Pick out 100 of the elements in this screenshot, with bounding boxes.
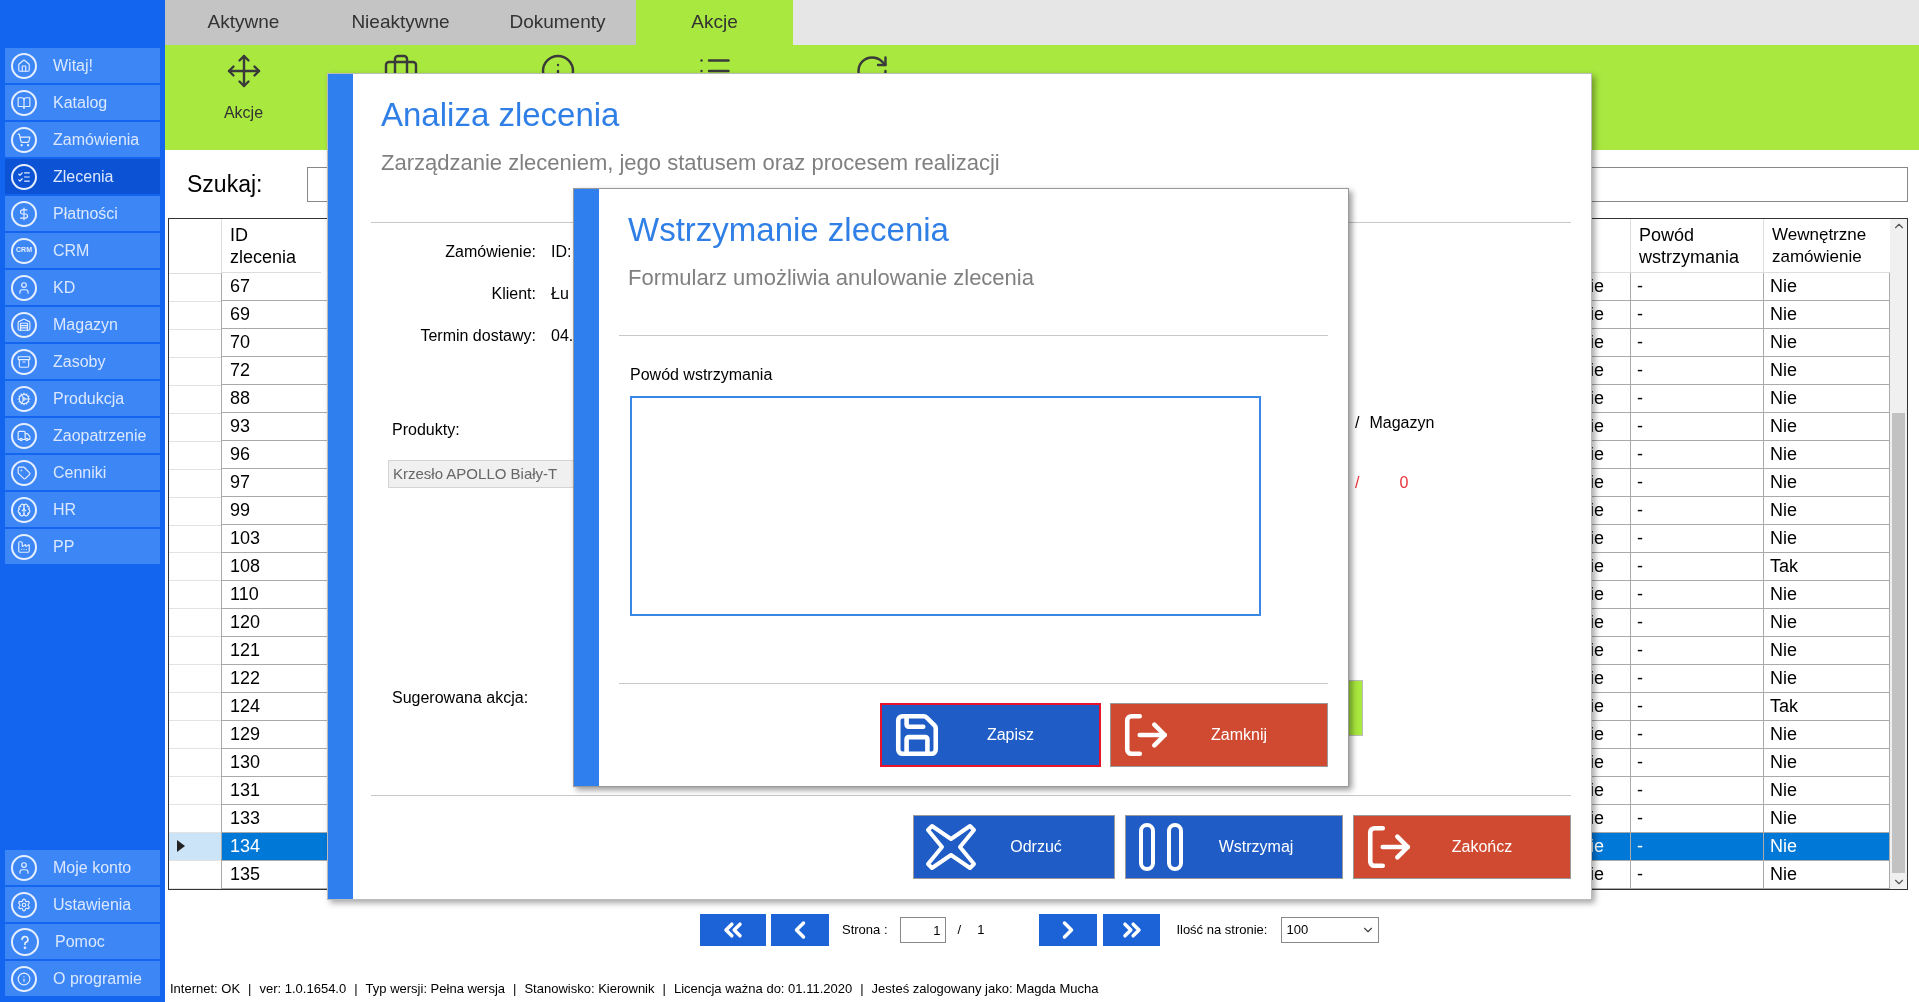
scrollbar-thumb[interactable] (1892, 413, 1905, 873)
sidebar-item[interactable]: Ustawienia (5, 887, 160, 922)
page-separator: / (957, 921, 962, 940)
info-icon (11, 965, 37, 992)
dollar-icon (11, 200, 37, 227)
table-cell: 134 (221, 833, 328, 861)
current-row-icon (177, 840, 185, 853)
table-cell: - (1630, 833, 1763, 861)
book-icon (11, 89, 37, 116)
field-label: Powód wstrzymania (630, 365, 774, 385)
sidebar-item[interactable]: Produkcja (5, 381, 160, 416)
tab[interactable]: Aktywne (165, 0, 322, 45)
stock-value: 0 (1399, 473, 1409, 493)
action-button[interactable]: Zapisz (880, 703, 1101, 767)
sidebar-item[interactable]: Pomoc (5, 924, 160, 959)
scrollbar[interactable] (1890, 219, 1907, 889)
tag-icon (11, 459, 37, 486)
tab[interactable]: Dokumenty (479, 0, 636, 45)
sidebar-item[interactable]: Zaopatrzenie (5, 418, 160, 453)
products-label: Produkty: (392, 420, 461, 440)
tab[interactable]: Akcje (636, 0, 793, 45)
status-separator: | (513, 980, 517, 999)
sidebar-item[interactable]: Zamówienia (5, 122, 160, 157)
first-page-button[interactable] (700, 914, 766, 946)
dialog-title: Analiza zlecenia (381, 95, 621, 135)
table-cell: - (1630, 581, 1763, 609)
last-page-button[interactable] (1103, 914, 1161, 946)
person-icon (11, 854, 37, 881)
per-page-label: Ilość na stronie: (1176, 921, 1268, 940)
page-field[interactable]: 1 (899, 917, 946, 943)
table-cell: - (1630, 469, 1763, 497)
field-label: Klient: (490, 284, 536, 304)
box-icon (11, 348, 37, 375)
sidebar-item[interactable]: Witaj! (5, 48, 160, 83)
status-text: Stanowisko: Kierownik (524, 980, 655, 999)
sidebar-item[interactable]: HR (5, 492, 160, 527)
field-value: 04. (551, 326, 574, 346)
sidebar-item[interactable]: O programie (5, 961, 160, 996)
status-text: Jesteś zalogowany jako: Magda Mucha (871, 980, 1099, 999)
table-cell: - (1630, 497, 1763, 525)
table-cell: - (1630, 385, 1763, 413)
table-cell: - (1630, 441, 1763, 469)
sidebar-item[interactable]: KD (5, 270, 160, 305)
table-cell: - (1630, 273, 1763, 301)
search-label: Szukaj: (187, 169, 264, 199)
status-separator: | (860, 980, 864, 999)
status-separator: | (248, 980, 252, 999)
head-icon (11, 496, 37, 523)
dialog-subtitle: Formularz umożliwia anulowanie zlecenia (628, 263, 1035, 292)
sidebar-item[interactable]: Katalog (5, 85, 160, 120)
table-cell: - (1630, 525, 1763, 553)
field-value: ID: (551, 242, 572, 262)
person-icon (11, 274, 37, 301)
table-cell: - (1630, 609, 1763, 637)
table-cell: Nie (1763, 833, 1890, 861)
sidebar-item[interactable]: Moje konto (5, 850, 160, 885)
field-label: Zamówienie: (444, 242, 536, 262)
field-value: Łu (551, 284, 569, 304)
table-cell: - (1630, 693, 1763, 721)
table-cell: - (1630, 357, 1763, 385)
status-text: Typ wersji: Pełna wersja (365, 980, 506, 999)
next-page-button[interactable] (1039, 914, 1098, 946)
move-icon[interactable] (225, 53, 262, 89)
settings-icon (11, 891, 37, 918)
toolbar-label: Akcje (223, 103, 264, 123)
stock-header: Magazyn (1369, 413, 1435, 433)
cross-icon (924, 821, 978, 873)
status-text: Licencja ważna do: 01.11.2020 (673, 980, 853, 999)
warehouse-icon (11, 311, 37, 338)
sidebar-item[interactable]: Cenniki (5, 455, 160, 490)
action-button[interactable]: Odrzuć (913, 815, 1115, 879)
help-icon (11, 927, 39, 956)
table-cell: - (1630, 749, 1763, 777)
suggested-action-label: Sugerowana akcja: (392, 688, 530, 708)
field-label: Termin dostawy: (419, 326, 536, 346)
reason-field[interactable] (630, 396, 1261, 616)
stock-separator: / (1355, 473, 1360, 493)
sidebar-item[interactable]: Zlecenia (5, 159, 160, 194)
per-page-select[interactable]: 100 (1281, 917, 1380, 943)
table-cell: - (1630, 301, 1763, 329)
factory-icon (11, 533, 37, 560)
sidebar-item[interactable]: Zasoby (5, 344, 160, 379)
table-cell: - (1630, 777, 1763, 805)
column-header: ID zlecenia (221, 219, 321, 273)
status-separator: | (354, 980, 358, 999)
table-cell: - (1630, 553, 1763, 581)
cog-icon (11, 385, 37, 412)
sidebar-item[interactable]: Płatności (5, 196, 160, 231)
tab[interactable]: Nieaktywne (322, 0, 479, 45)
action-button[interactable]: Wstrzymaj (1125, 815, 1343, 879)
list-icon (11, 163, 37, 190)
action-button[interactable]: Zakończ (1353, 815, 1571, 879)
sidebar-item[interactable]: PP (5, 529, 160, 564)
previous-page-button[interactable] (771, 914, 829, 946)
stock-separator: / (1355, 413, 1360, 433)
sidebar-item[interactable]: Magazyn (5, 307, 160, 342)
page-total: 1 (977, 921, 985, 940)
dialog-title: Wstrzymanie zlecenia (628, 210, 950, 250)
action-button[interactable]: Zamknij (1110, 703, 1328, 767)
dialog-subtitle: Zarządzanie zleceniem, jego statusem oraz procesem realizacji (381, 148, 1001, 177)
